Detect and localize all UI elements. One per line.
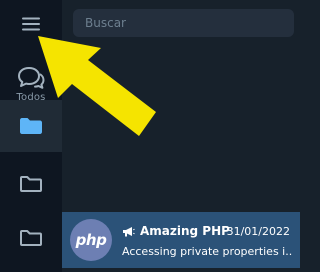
folder-item[interactable] (0, 210, 62, 266)
search-input[interactable] (73, 9, 294, 37)
chat-list-panel: php Amazing PHP 31/01/2022 Accessing pri… (62, 0, 300, 272)
folder-item-active[interactable] (0, 100, 62, 152)
folder-outline-icon (20, 230, 42, 246)
menu-button[interactable] (17, 12, 45, 36)
chat-date: 31/01/2022 (226, 225, 290, 238)
folder-filled-icon (20, 118, 42, 134)
chat-title-row: Amazing PHP (122, 224, 230, 238)
folder-item[interactable] (0, 156, 62, 212)
folders-sidebar: Todos (0, 0, 62, 272)
chat-name: Amazing PHP (140, 224, 230, 238)
avatar: php (70, 219, 112, 261)
hamburger-menu-icon (22, 17, 40, 31)
megaphone-icon (123, 226, 135, 236)
folder-outline-icon (20, 176, 42, 192)
chat-list-item-selected[interactable]: php Amazing PHP 31/01/2022 Accessing pri… (62, 212, 300, 268)
chat-bubbles-icon (18, 67, 45, 89)
avatar-text: php (75, 231, 107, 249)
chat-preview: Accessing private properties i... (122, 245, 292, 258)
